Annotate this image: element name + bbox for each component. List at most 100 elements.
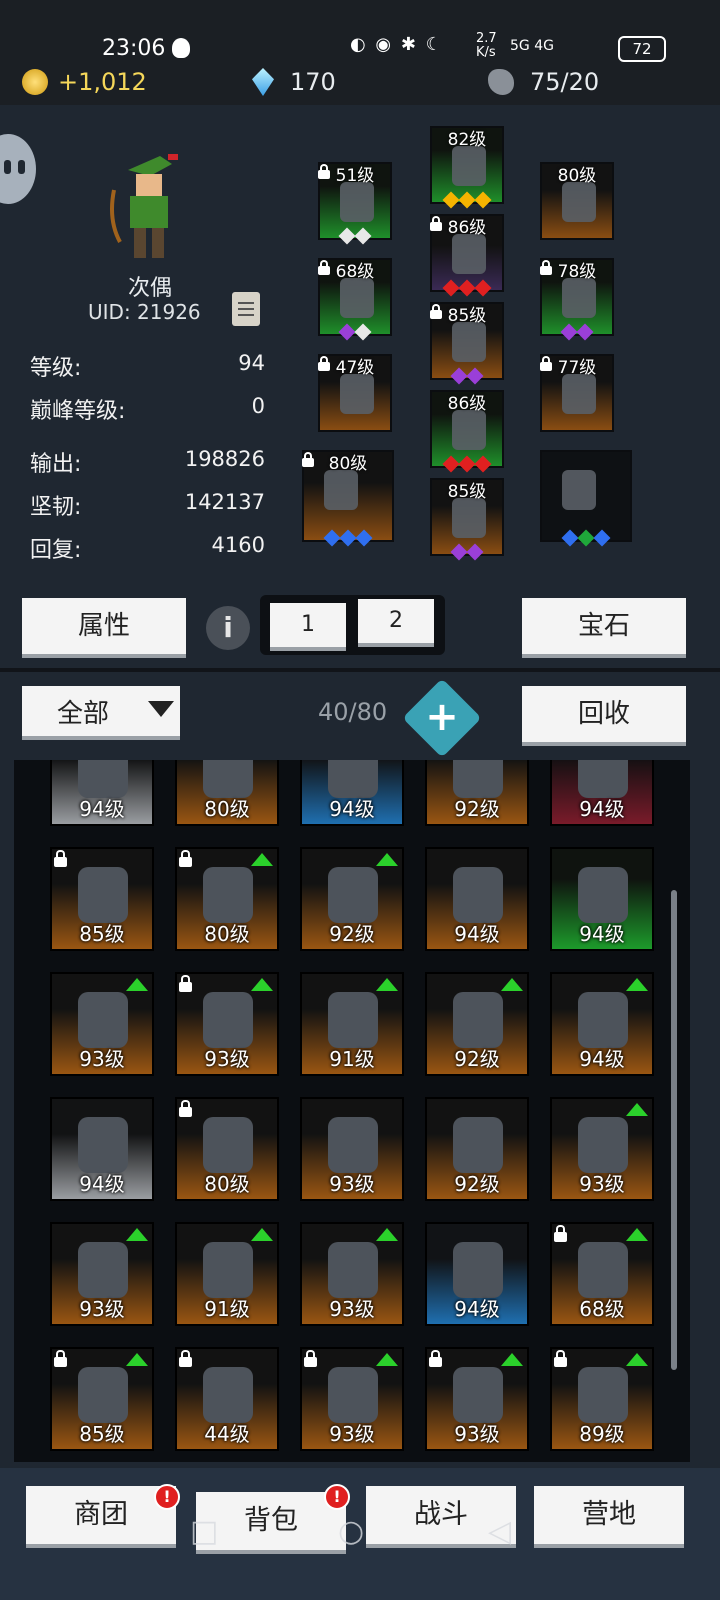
nav-label: 背包: [244, 1505, 298, 1536]
inventory-slot[interactable]: 68级: [550, 1222, 654, 1326]
inventory-slot[interactable]: 93级: [175, 972, 279, 1076]
lock-icon: [540, 356, 552, 371]
inventory-slot[interactable]: 93级: [50, 1222, 154, 1326]
inventory-slot[interactable]: 94级: [425, 1222, 529, 1326]
item-level: 93级: [454, 1422, 500, 1446]
tab-loadout-2[interactable]: 2: [358, 599, 434, 643]
side-menu-icon[interactable]: [0, 134, 36, 204]
lock-icon: [554, 1225, 567, 1242]
status-icons: ◐ ◉ ✱ ☾: [350, 34, 444, 55]
nav-bag-button[interactable]: 背包: [196, 1492, 346, 1550]
item-icon: [328, 1117, 378, 1173]
stone-icon: [488, 69, 514, 95]
lock-icon: [540, 260, 552, 275]
inventory-slot[interactable]: 85级: [50, 1347, 154, 1451]
gem-icon: [458, 191, 476, 209]
gem-icon: [450, 543, 468, 561]
inventory-slot[interactable]: 94级: [300, 760, 404, 826]
inventory-slot[interactable]: 94级: [50, 760, 154, 826]
item-level: 94级: [454, 922, 500, 946]
item-icon: [328, 1242, 378, 1298]
gem-icon: [323, 529, 341, 547]
item-level: 92级: [454, 1047, 500, 1071]
inventory-scrollbar[interactable]: [671, 890, 677, 1370]
nav-camp-button[interactable]: 营地: [534, 1486, 684, 1544]
item-level: 94级: [79, 1172, 125, 1196]
inventory-slot[interactable]: 91级: [300, 972, 404, 1076]
gem-icon: [577, 529, 595, 547]
inventory-slot[interactable]: 94级: [550, 760, 654, 826]
inventory-slot[interactable]: 92级: [425, 972, 529, 1076]
diamond-icon: [252, 68, 274, 96]
equipment-slot[interactable]: 78级: [540, 258, 614, 341]
recycle-button[interactable]: 回收: [522, 686, 686, 742]
equipment-slot[interactable]: 77级: [540, 354, 614, 432]
equipment-slot[interactable]: 68级: [318, 258, 392, 341]
inventory-slot[interactable]: 93级: [50, 972, 154, 1076]
equipment-slot[interactable]: 80级: [302, 450, 394, 547]
equipment-level: 68级: [335, 262, 375, 282]
stat-label-recovery: 回复:: [30, 538, 82, 563]
lock-icon: [302, 452, 314, 467]
info-icon[interactable]: i: [206, 606, 250, 650]
gem-icon: [442, 455, 460, 473]
inventory-grid[interactable]: 94级 80级 94级 92级 94级 85级 80级 92级 94级 94级 93级 93级 91级 9…: [14, 760, 690, 1462]
inventory-slot[interactable]: 94级: [50, 1097, 154, 1201]
recent-apps-icon[interactable]: □: [190, 1514, 218, 1549]
inventory-slot[interactable]: 80级: [175, 1097, 279, 1201]
equipment-slot[interactable]: 51级: [318, 162, 392, 245]
nav-label: 营地: [582, 1499, 636, 1530]
lock-icon: [179, 850, 192, 867]
nav-label: 商团: [74, 1499, 128, 1530]
equipment-slot[interactable]: 82级: [430, 126, 504, 209]
inventory-slot[interactable]: 94级: [425, 847, 529, 951]
gems-button[interactable]: 宝石: [522, 598, 686, 654]
equipment-level: 82级: [447, 130, 487, 150]
upgrade-arrow-icon: [376, 978, 398, 991]
inventory-slot[interactable]: 92级: [425, 1097, 529, 1201]
home-icon[interactable]: ○: [338, 1514, 364, 1549]
item-icon: [578, 1242, 628, 1298]
inventory-slot[interactable]: 93级: [300, 1097, 404, 1201]
back-icon[interactable]: ◁: [488, 1514, 511, 1549]
inventory-slot[interactable]: 92级: [425, 760, 529, 826]
inventory-slot[interactable]: 80级: [175, 847, 279, 951]
tab-loadout-1[interactable]: 1: [270, 603, 346, 647]
item-icon: [453, 1117, 503, 1173]
equipment-slot[interactable]: 85级: [430, 478, 504, 561]
equipment-slot[interactable]: [540, 450, 632, 547]
copy-icon[interactable]: [232, 292, 260, 326]
equipment-slot[interactable]: 86级: [430, 214, 504, 297]
equipment-item-icon: [562, 182, 596, 222]
equipment-slot[interactable]: 85级: [430, 302, 504, 385]
equipment-slot[interactable]: 47级: [318, 354, 392, 432]
inventory-slot[interactable]: 85级: [50, 847, 154, 951]
equipment-item-icon: [452, 146, 486, 186]
inventory-slot[interactable]: 94级: [550, 847, 654, 951]
inventory-slot[interactable]: 44级: [175, 1347, 279, 1451]
stat-label-toughness: 坚韧:: [30, 495, 82, 520]
inventory-slot[interactable]: 89级: [550, 1347, 654, 1451]
upgrade-arrow-icon: [376, 1228, 398, 1241]
upgrade-arrow-icon: [126, 978, 148, 991]
inventory-slot[interactable]: 93级: [550, 1097, 654, 1201]
lock-icon: [318, 260, 330, 275]
equipment-slot[interactable]: 80级: [540, 162, 614, 240]
inventory-slot[interactable]: 93级: [300, 1347, 404, 1451]
lock-icon: [179, 1350, 192, 1367]
socket-gems: [304, 529, 392, 547]
inventory-slot[interactable]: 93级: [425, 1347, 529, 1451]
inventory-slot[interactable]: 92级: [300, 847, 404, 951]
inventory-slot[interactable]: 93级: [300, 1222, 404, 1326]
inventory-slot[interactable]: 80级: [175, 760, 279, 826]
upgrade-arrow-icon: [376, 1353, 398, 1366]
equipment-item-icon: [452, 410, 486, 450]
inventory-slot[interactable]: 91级: [175, 1222, 279, 1326]
expand-bag-button[interactable]: +: [402, 678, 482, 758]
battery-icon: 72: [618, 36, 666, 62]
item-level: 93级: [329, 1297, 375, 1321]
attributes-button[interactable]: 属性: [22, 598, 186, 654]
equipment-item-icon: [562, 374, 596, 414]
equipment-slot[interactable]: 86级: [430, 390, 504, 473]
inventory-slot[interactable]: 94级: [550, 972, 654, 1076]
